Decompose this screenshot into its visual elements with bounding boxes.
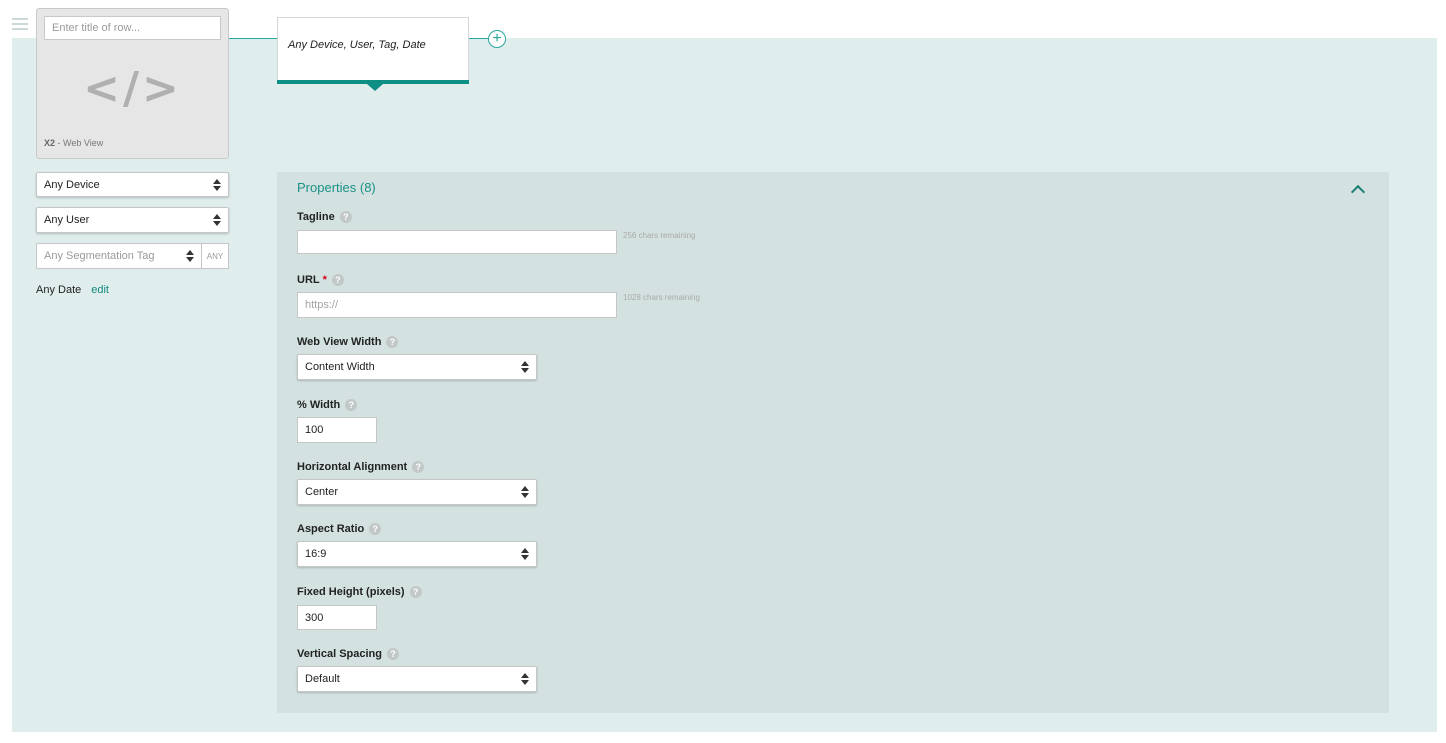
question-icon[interactable]: ? — [386, 648, 399, 660]
row-card[interactable]: </> X2 - Web View — [36, 8, 229, 159]
horizontal-alignment-select[interactable]: Center — [297, 479, 537, 505]
updown-arrows-icon — [213, 178, 221, 192]
updown-arrows-icon — [521, 672, 529, 686]
tagline-input[interactable] — [297, 230, 617, 254]
updown-arrows-icon — [186, 249, 194, 263]
vertical-spacing-value: Default — [305, 673, 340, 685]
row-number: X2 — [44, 138, 56, 148]
question-icon[interactable]: ? — [345, 399, 358, 411]
aspect-ratio-label: Aspect Ratio? — [297, 523, 382, 535]
question-icon[interactable]: ? — [331, 274, 344, 286]
question-icon[interactable]: ? — [386, 336, 399, 348]
segmentation-tag-select[interactable]: Any Segmentation Tag — [36, 243, 202, 269]
date-label: Any Date — [36, 284, 82, 296]
user-select[interactable]: Any User — [36, 207, 229, 233]
url-chars-remaining: 1028 chars remaining — [623, 293, 700, 302]
updown-arrows-icon — [521, 547, 529, 561]
web-view-width-select[interactable]: Content Width — [297, 354, 537, 380]
device-select[interactable]: Any Device — [36, 172, 229, 197]
updown-arrows-icon — [521, 360, 529, 374]
aspect-ratio-value: 16:9 — [305, 548, 327, 560]
horizontal-alignment-label: Horizontal Alignment? — [297, 461, 425, 473]
question-icon[interactable]: ? — [339, 211, 352, 223]
updown-arrows-icon — [213, 213, 221, 227]
required-marker: * — [322, 274, 327, 286]
web-view-width-value: Content Width — [305, 361, 375, 373]
connector-line — [469, 38, 488, 39]
add-filter-button[interactable]: + — [488, 30, 506, 48]
tagline-label: Tagline? — [297, 211, 352, 223]
properties-panel: Properties (8) Tagline? 256 chars remain… — [277, 172, 1389, 713]
user-select-value: Any User — [44, 214, 90, 226]
vertical-spacing-label: Vertical Spacing? — [297, 648, 399, 660]
fixed-height-label: Fixed Height (pixels)? — [297, 586, 422, 598]
question-icon[interactable]: ? — [409, 586, 422, 598]
connector-line — [229, 38, 277, 39]
row-title-input[interactable] — [44, 16, 221, 40]
question-icon[interactable]: ? — [369, 523, 382, 535]
row-type: - Web View — [55, 138, 104, 148]
updown-arrows-icon — [521, 485, 529, 499]
properties-title[interactable]: Properties (8) — [297, 180, 376, 195]
percent-width-label: % Width? — [297, 399, 358, 411]
hamburger-icon[interactable] — [12, 18, 28, 30]
aspect-ratio-select[interactable]: 16:9 — [297, 541, 537, 567]
device-select-value: Any Device — [44, 178, 100, 191]
percent-width-input[interactable] — [297, 417, 377, 443]
horizontal-alignment-value: Center — [305, 486, 339, 498]
url-input[interactable] — [297, 292, 617, 318]
code-icon: </> — [83, 63, 182, 114]
vertical-spacing-select[interactable]: Default — [297, 666, 537, 692]
segmentation-tag-placeholder: Any Segmentation Tag — [44, 250, 155, 262]
url-label: URL *? — [297, 274, 344, 286]
fixed-height-input[interactable] — [297, 605, 377, 630]
web-view-width-label: Web View Width? — [297, 336, 399, 348]
any-tag-button[interactable]: ANY — [201, 243, 229, 269]
filter-tab[interactable]: Any Device, User, Tag, Date — [277, 17, 469, 91]
filter-tab-pointer — [367, 84, 383, 91]
date-filter: Any Date edit — [36, 284, 109, 296]
chevron-up-icon[interactable] — [1350, 182, 1364, 196]
tagline-chars-remaining: 256 chars remaining — [623, 231, 696, 240]
filter-tab-label: Any Device, User, Tag, Date — [288, 39, 426, 51]
date-edit-link[interactable]: edit — [91, 284, 109, 296]
row-caption: X2 - Web View — [44, 138, 103, 148]
question-icon[interactable]: ? — [412, 461, 425, 473]
